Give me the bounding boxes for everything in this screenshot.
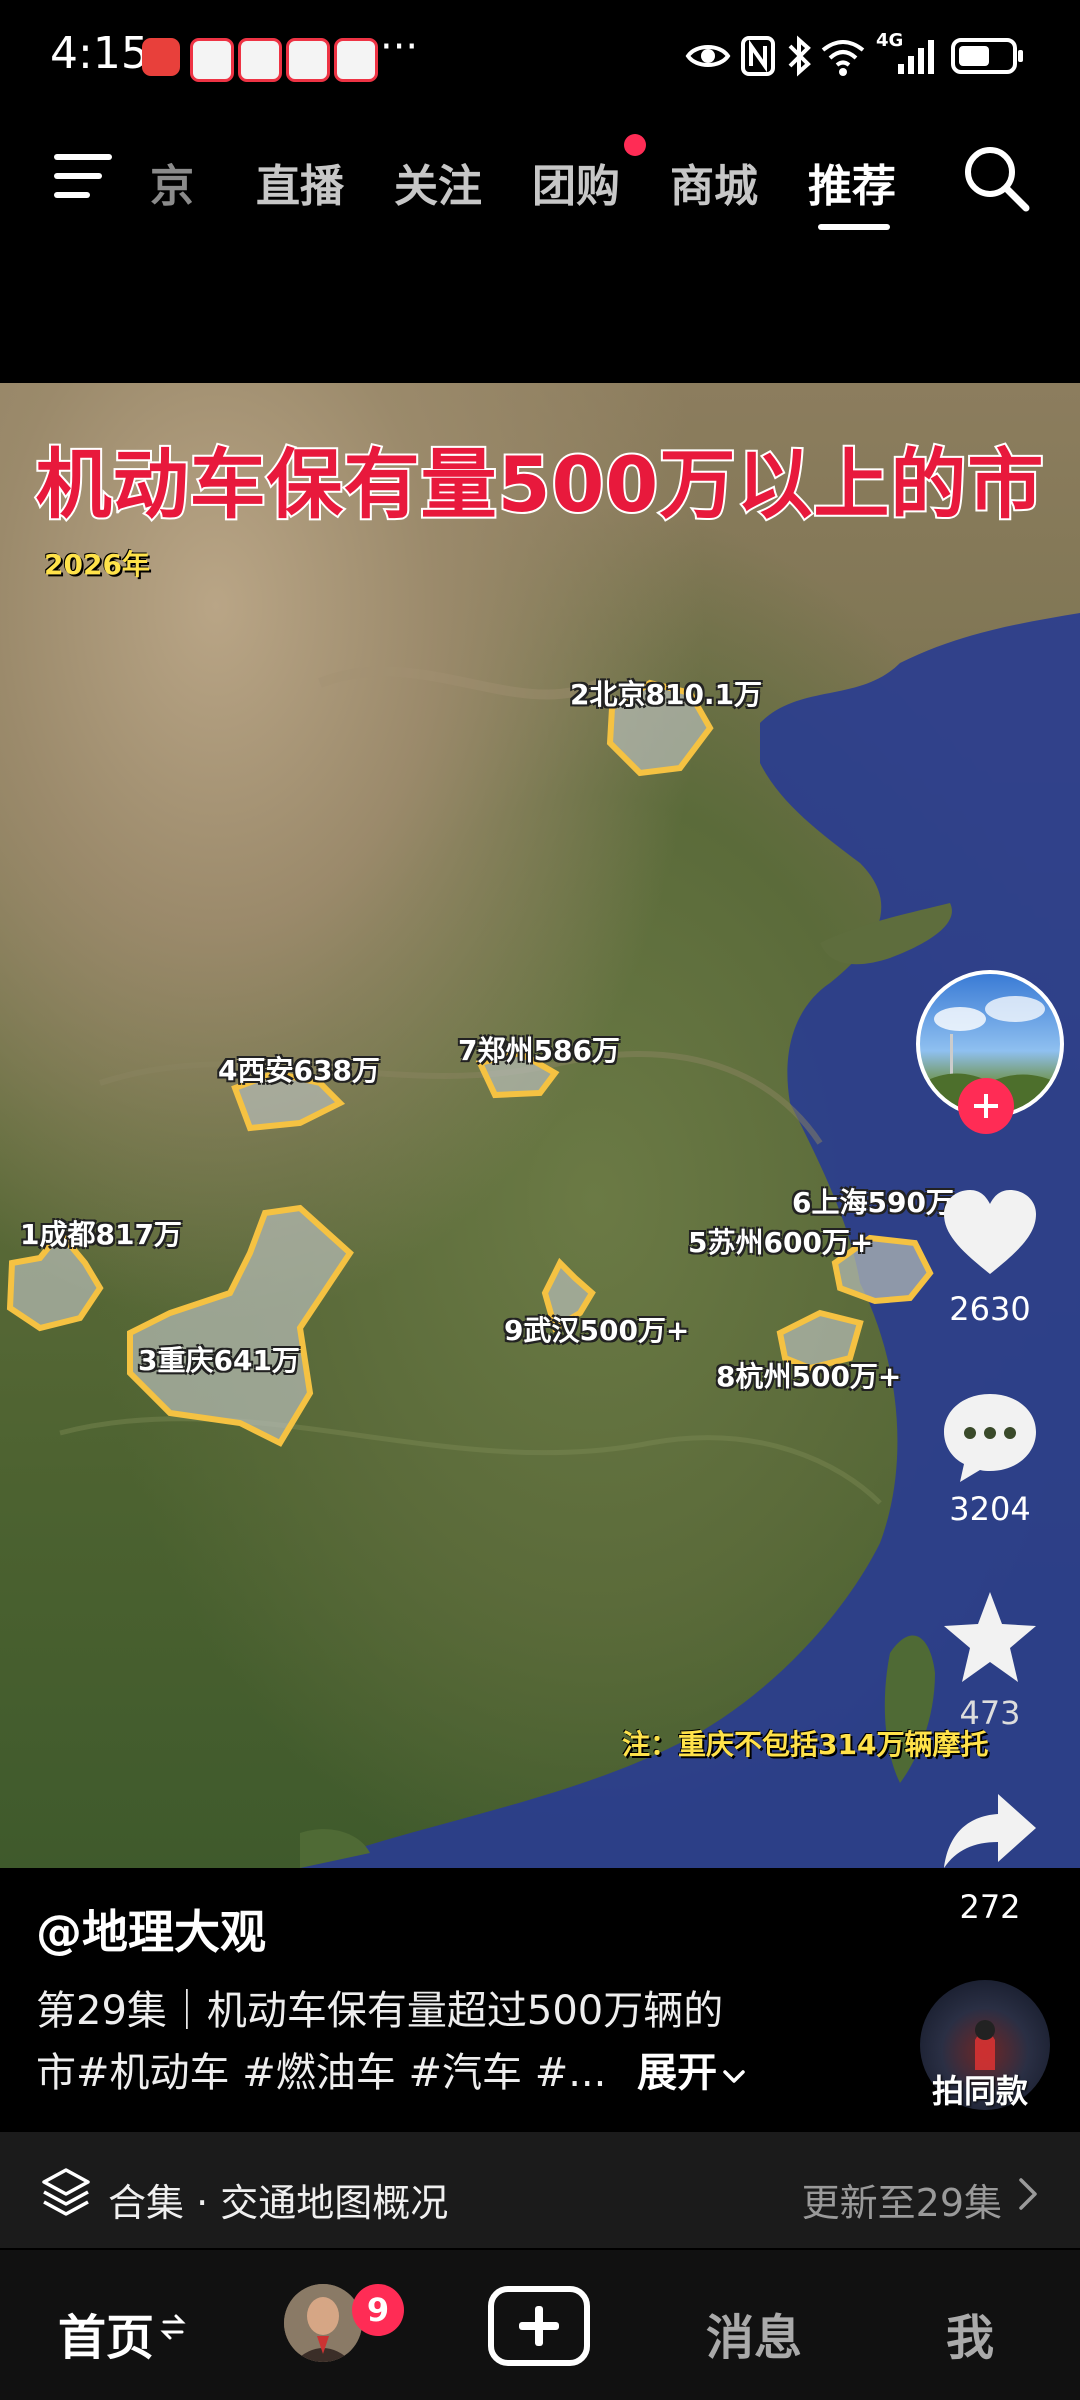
favorite-count: 473 (959, 1694, 1021, 1732)
video-player[interactable]: 机动车保有量500万以上的市 2026年 2北京810.1万 4西安638万 7… (0, 383, 1080, 1868)
layers-icon (42, 2168, 90, 2216)
city-label-zhengzhou: 7郑州586万 (458, 1034, 620, 1067)
share-count: 272 (959, 1888, 1021, 1926)
friends-avatar-image (284, 2284, 362, 2362)
wifi-icon (821, 40, 865, 76)
city-label-beijing: 2北京810.1万 (570, 678, 763, 711)
video-title-overlay: 机动车保有量500万以上的市 (34, 438, 1046, 531)
collection-update: 更新至29集 (801, 2181, 1002, 2225)
star-icon[interactable] (940, 1588, 1040, 1684)
plus-icon (974, 1094, 998, 1118)
status-more-icon: ··· (380, 24, 419, 70)
battery-icon (951, 38, 1023, 74)
tab-notification-dot (624, 134, 646, 156)
map-background (6, 613, 1080, 1868)
tab-live[interactable]: 直播 (256, 150, 344, 214)
notification-app-icon (238, 38, 282, 82)
heart-icon[interactable] (940, 1188, 1040, 1278)
city-label-hangzhou: 8杭州500万+ (716, 1360, 902, 1393)
author-name[interactable]: @地理大观 (36, 1896, 266, 1962)
friends-avatar[interactable] (284, 2284, 362, 2362)
collection-title: 合集 · 交通地图概况 (108, 2181, 449, 2225)
bluetooth-icon (788, 35, 811, 77)
city-label-chengdu: 1成都817万 (20, 1218, 182, 1251)
status-bar: 4:15 ··· 4G (0, 0, 1080, 110)
share-icon[interactable] (940, 1790, 1040, 1870)
tab-local[interactable]: 京 (150, 150, 194, 214)
switch-icon[interactable] (160, 2310, 186, 2344)
video-year-label: 2026年 (44, 548, 150, 581)
nfc-icon (741, 36, 775, 76)
notification-app-icon (334, 38, 378, 82)
chevron-down-icon (723, 2070, 745, 2083)
notification-app-icon (190, 38, 234, 82)
expand-label: 展开 (637, 2050, 718, 2096)
caption-line-1: 第29集｜机动车保有量超过500万辆的 (36, 1988, 724, 2034)
chevron-right-icon (1019, 2178, 1037, 2210)
caption-hashtags[interactable]: 市#机动车 #燃油车 #汽车 #... (36, 2050, 606, 2096)
city-label-shanghai: 6上海590万 (792, 1186, 954, 1219)
signal-icon (898, 40, 934, 74)
menu-icon[interactable] (52, 150, 116, 202)
caption-line-2: 市#机动车 #燃油车 #汽车 #... 展开 (36, 2040, 747, 2098)
create-button[interactable] (488, 2286, 590, 2366)
friends-badge: 9 (352, 2284, 404, 2336)
plus-icon (519, 2306, 559, 2346)
city-label-chongqing: 3重庆641万 (138, 1344, 300, 1377)
search-icon[interactable] (962, 144, 1032, 214)
clock: 4:15 (50, 28, 149, 79)
nav-home[interactable]: 首页 (58, 2298, 154, 2368)
notification-app-icon (142, 38, 180, 76)
active-tab-indicator (818, 224, 890, 230)
like-count: 2630 (949, 1290, 1031, 1328)
same-style-label[interactable]: 拍同款 (932, 2066, 1028, 2112)
tab-following[interactable]: 关注 (394, 150, 482, 214)
city-label-suzhou: 5苏州600万+ (688, 1226, 874, 1259)
comment-count: 3204 (949, 1490, 1031, 1528)
nav-messages[interactable]: 消息 (706, 2298, 802, 2368)
expand-button[interactable]: 展开 (637, 2050, 747, 2096)
eye-icon (685, 45, 731, 67)
tab-mall[interactable]: 商城 (670, 150, 758, 214)
city-label-xian: 4西安638万 (218, 1054, 380, 1087)
comment-icon[interactable] (940, 1390, 1040, 1486)
tab-recommend[interactable]: 推荐 (808, 150, 896, 214)
tab-group-buy[interactable]: 团购 (532, 150, 620, 214)
nav-me[interactable]: 我 (946, 2298, 994, 2368)
notification-app-icon (286, 38, 330, 82)
city-label-wuhan: 9武汉500万+ (504, 1314, 690, 1347)
follow-button[interactable] (958, 1078, 1014, 1134)
